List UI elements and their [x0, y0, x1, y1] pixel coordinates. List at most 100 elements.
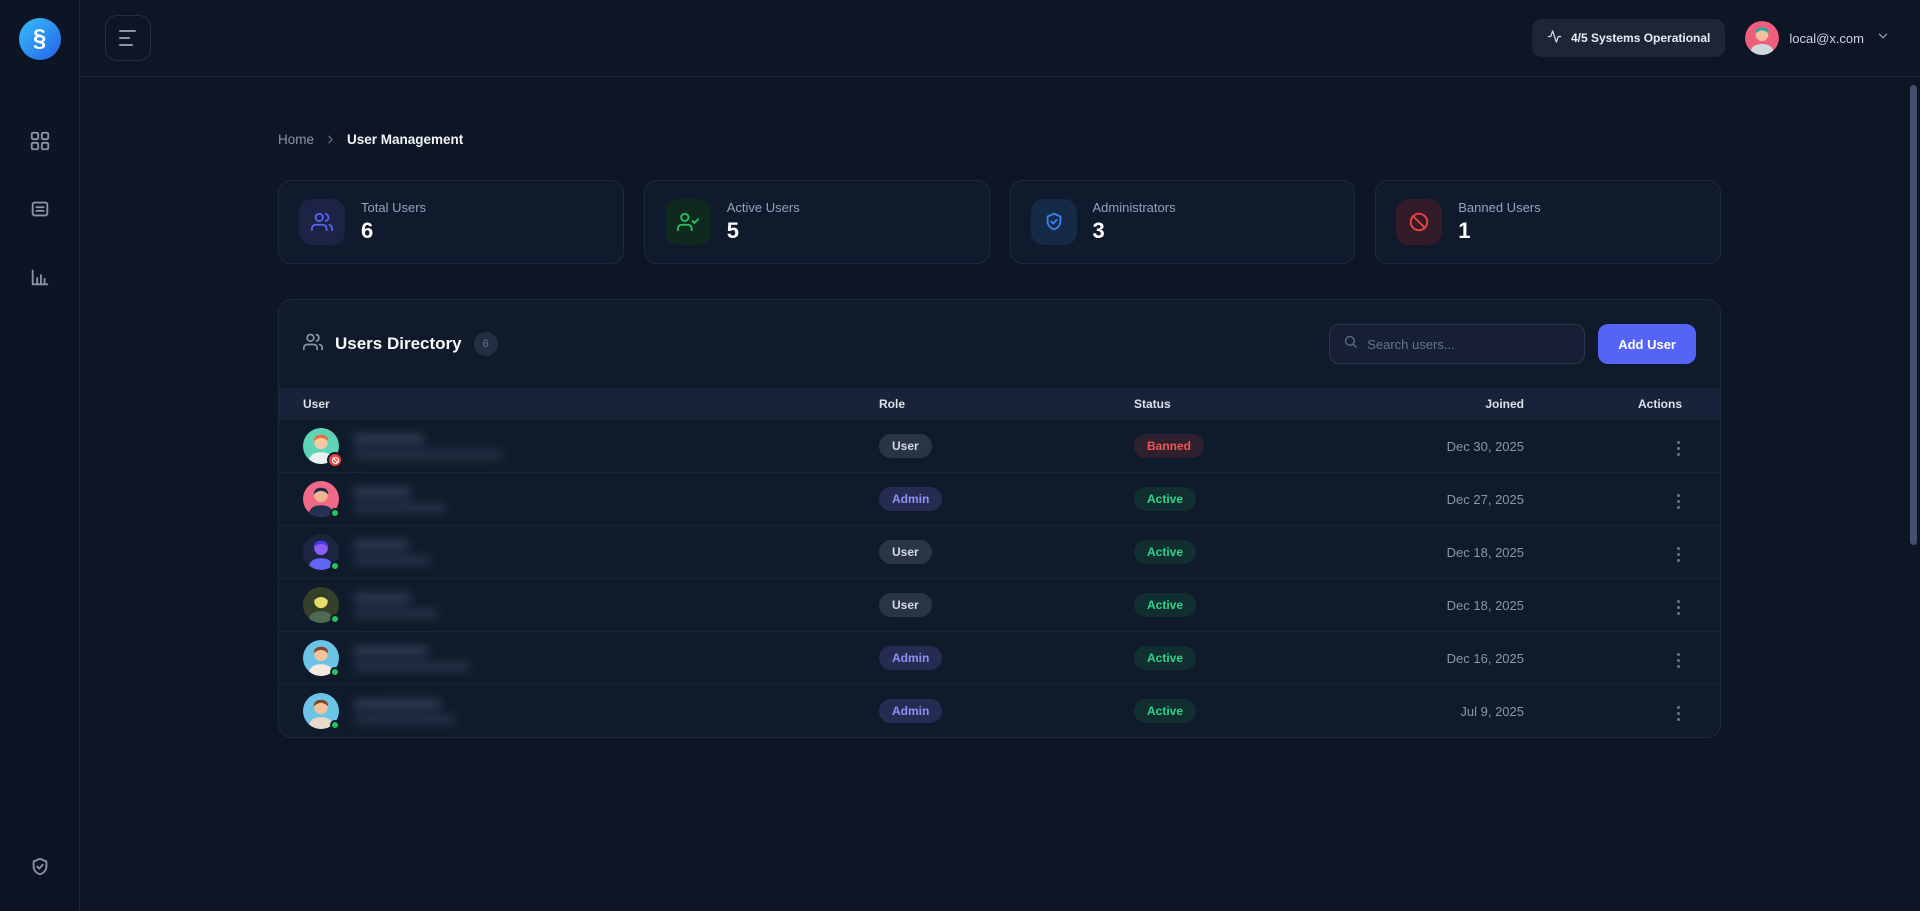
table-row[interactable]: User Active Dec 18, 2025 [279, 525, 1720, 578]
avatar [303, 587, 339, 623]
joined-date: Dec 30, 2025 [1414, 439, 1524, 454]
redacted-username [353, 434, 425, 444]
redacted-username [353, 593, 411, 603]
table-body: User Banned Dec 30, 2025 Admin Active De… [279, 419, 1720, 737]
chevron-down-icon [1876, 29, 1890, 48]
joined-date: Jul 9, 2025 [1414, 704, 1524, 719]
sidebar-item-analytics[interactable] [24, 262, 56, 294]
status-badge: Active [1134, 593, 1196, 617]
redacted-username [353, 487, 411, 497]
bar-chart-icon [29, 266, 51, 291]
online-indicator [330, 720, 340, 730]
avatar [303, 428, 339, 464]
search-input[interactable] [1367, 337, 1571, 352]
table-row[interactable]: User Banned Dec 30, 2025 [279, 419, 1720, 472]
users-icon [299, 199, 345, 245]
grid-icon [29, 130, 51, 155]
avatar [303, 693, 339, 729]
search-icon [1343, 334, 1358, 354]
redacted-username [353, 646, 429, 656]
row-actions-menu-button[interactable] [1671, 435, 1686, 462]
user-count-badge: 6 [474, 332, 498, 356]
table-row[interactable]: Admin Active Dec 27, 2025 [279, 472, 1720, 525]
table-row[interactable]: User Active Dec 18, 2025 [279, 578, 1720, 631]
stat-value: 6 [361, 218, 426, 244]
role-badge: User [879, 540, 932, 564]
row-actions-menu-button[interactable] [1671, 700, 1686, 727]
avatar [303, 534, 339, 570]
role-badge: User [879, 593, 932, 617]
shield-check-icon [1031, 199, 1077, 245]
search-box [1329, 324, 1585, 364]
stat-value: 3 [1093, 218, 1176, 244]
status-badge: Active [1134, 540, 1196, 564]
systems-status-badge[interactable]: 4/5 Systems Operational [1532, 19, 1725, 57]
stat-label: Active Users [727, 200, 800, 215]
account-menu[interactable]: local@x.com [1745, 21, 1890, 55]
app-logo[interactable]: § [19, 18, 61, 60]
stat-label: Banned Users [1458, 200, 1540, 215]
column-header-joined: Joined [1414, 397, 1524, 411]
joined-date: Dec 27, 2025 [1414, 492, 1524, 507]
banned-indicator-icon [327, 452, 343, 468]
stat-value: 1 [1458, 218, 1540, 244]
online-indicator [330, 561, 340, 571]
joined-date: Dec 18, 2025 [1414, 545, 1524, 560]
redacted-email [353, 556, 431, 565]
sidebar-nav [24, 126, 56, 294]
chevron-right-icon [324, 133, 337, 146]
status-badge: Active [1134, 646, 1196, 670]
role-badge: Admin [879, 699, 942, 723]
topbar: 4/5 Systems Operational local@x.com [80, 0, 1920, 77]
scrollbar-thumb[interactable] [1910, 85, 1917, 545]
redacted-email [353, 609, 439, 618]
stat-card: Banned Users 1 [1375, 180, 1721, 264]
role-badge: User [879, 434, 932, 458]
stat-card: Active Users 5 [644, 180, 990, 264]
users-icon [303, 332, 323, 357]
page-title: User Management [347, 132, 463, 147]
status-badge: Active [1134, 699, 1196, 723]
stats-row: Total Users 6 Active Users 5 Administrat… [278, 180, 1721, 264]
logo-glyph: § [33, 25, 46, 53]
avatar [303, 640, 339, 676]
sidebar-item-security[interactable] [24, 853, 56, 885]
table-row[interactable]: Admin Active Dec 16, 2025 [279, 631, 1720, 684]
stat-label: Administrators [1093, 200, 1176, 215]
role-badge: Admin [879, 487, 942, 511]
sidebar-item-dashboard[interactable] [24, 126, 56, 158]
stat-card: Total Users 6 [278, 180, 624, 264]
joined-date: Dec 16, 2025 [1414, 651, 1524, 666]
joined-date: Dec 18, 2025 [1414, 598, 1524, 613]
column-header-status: Status [1134, 397, 1414, 411]
online-indicator [330, 508, 340, 518]
ban-icon [1396, 199, 1442, 245]
account-email: local@x.com [1789, 31, 1864, 46]
row-actions-menu-button[interactable] [1671, 488, 1686, 515]
column-header-user: User [303, 397, 879, 411]
sidebar: § [0, 0, 80, 911]
row-actions-menu-button[interactable] [1671, 594, 1686, 621]
redacted-email [353, 662, 471, 671]
panel-title: Users Directory [335, 334, 462, 354]
column-header-role: Role [879, 397, 1134, 411]
add-user-button[interactable]: Add User [1598, 324, 1696, 364]
sidebar-item-logs[interactable] [24, 194, 56, 226]
redacted-email [353, 450, 503, 459]
menu-toggle-button[interactable] [105, 15, 151, 61]
systems-status-label: 4/5 Systems Operational [1571, 31, 1710, 45]
table-row[interactable]: Admin Active Jul 9, 2025 [279, 684, 1720, 737]
row-actions-menu-button[interactable] [1671, 647, 1686, 674]
redacted-email [353, 715, 455, 724]
activity-icon [1547, 29, 1562, 47]
role-badge: Admin [879, 646, 942, 670]
redacted-username [353, 699, 441, 709]
stat-value: 5 [727, 218, 800, 244]
redacted-username [353, 540, 409, 550]
column-header-actions: Actions [1524, 397, 1696, 411]
row-actions-menu-button[interactable] [1671, 541, 1686, 568]
breadcrumb: Home User Management [278, 132, 1721, 147]
breadcrumb-home-link[interactable]: Home [278, 132, 314, 147]
list-icon [29, 198, 51, 223]
stat-label: Total Users [361, 200, 426, 215]
